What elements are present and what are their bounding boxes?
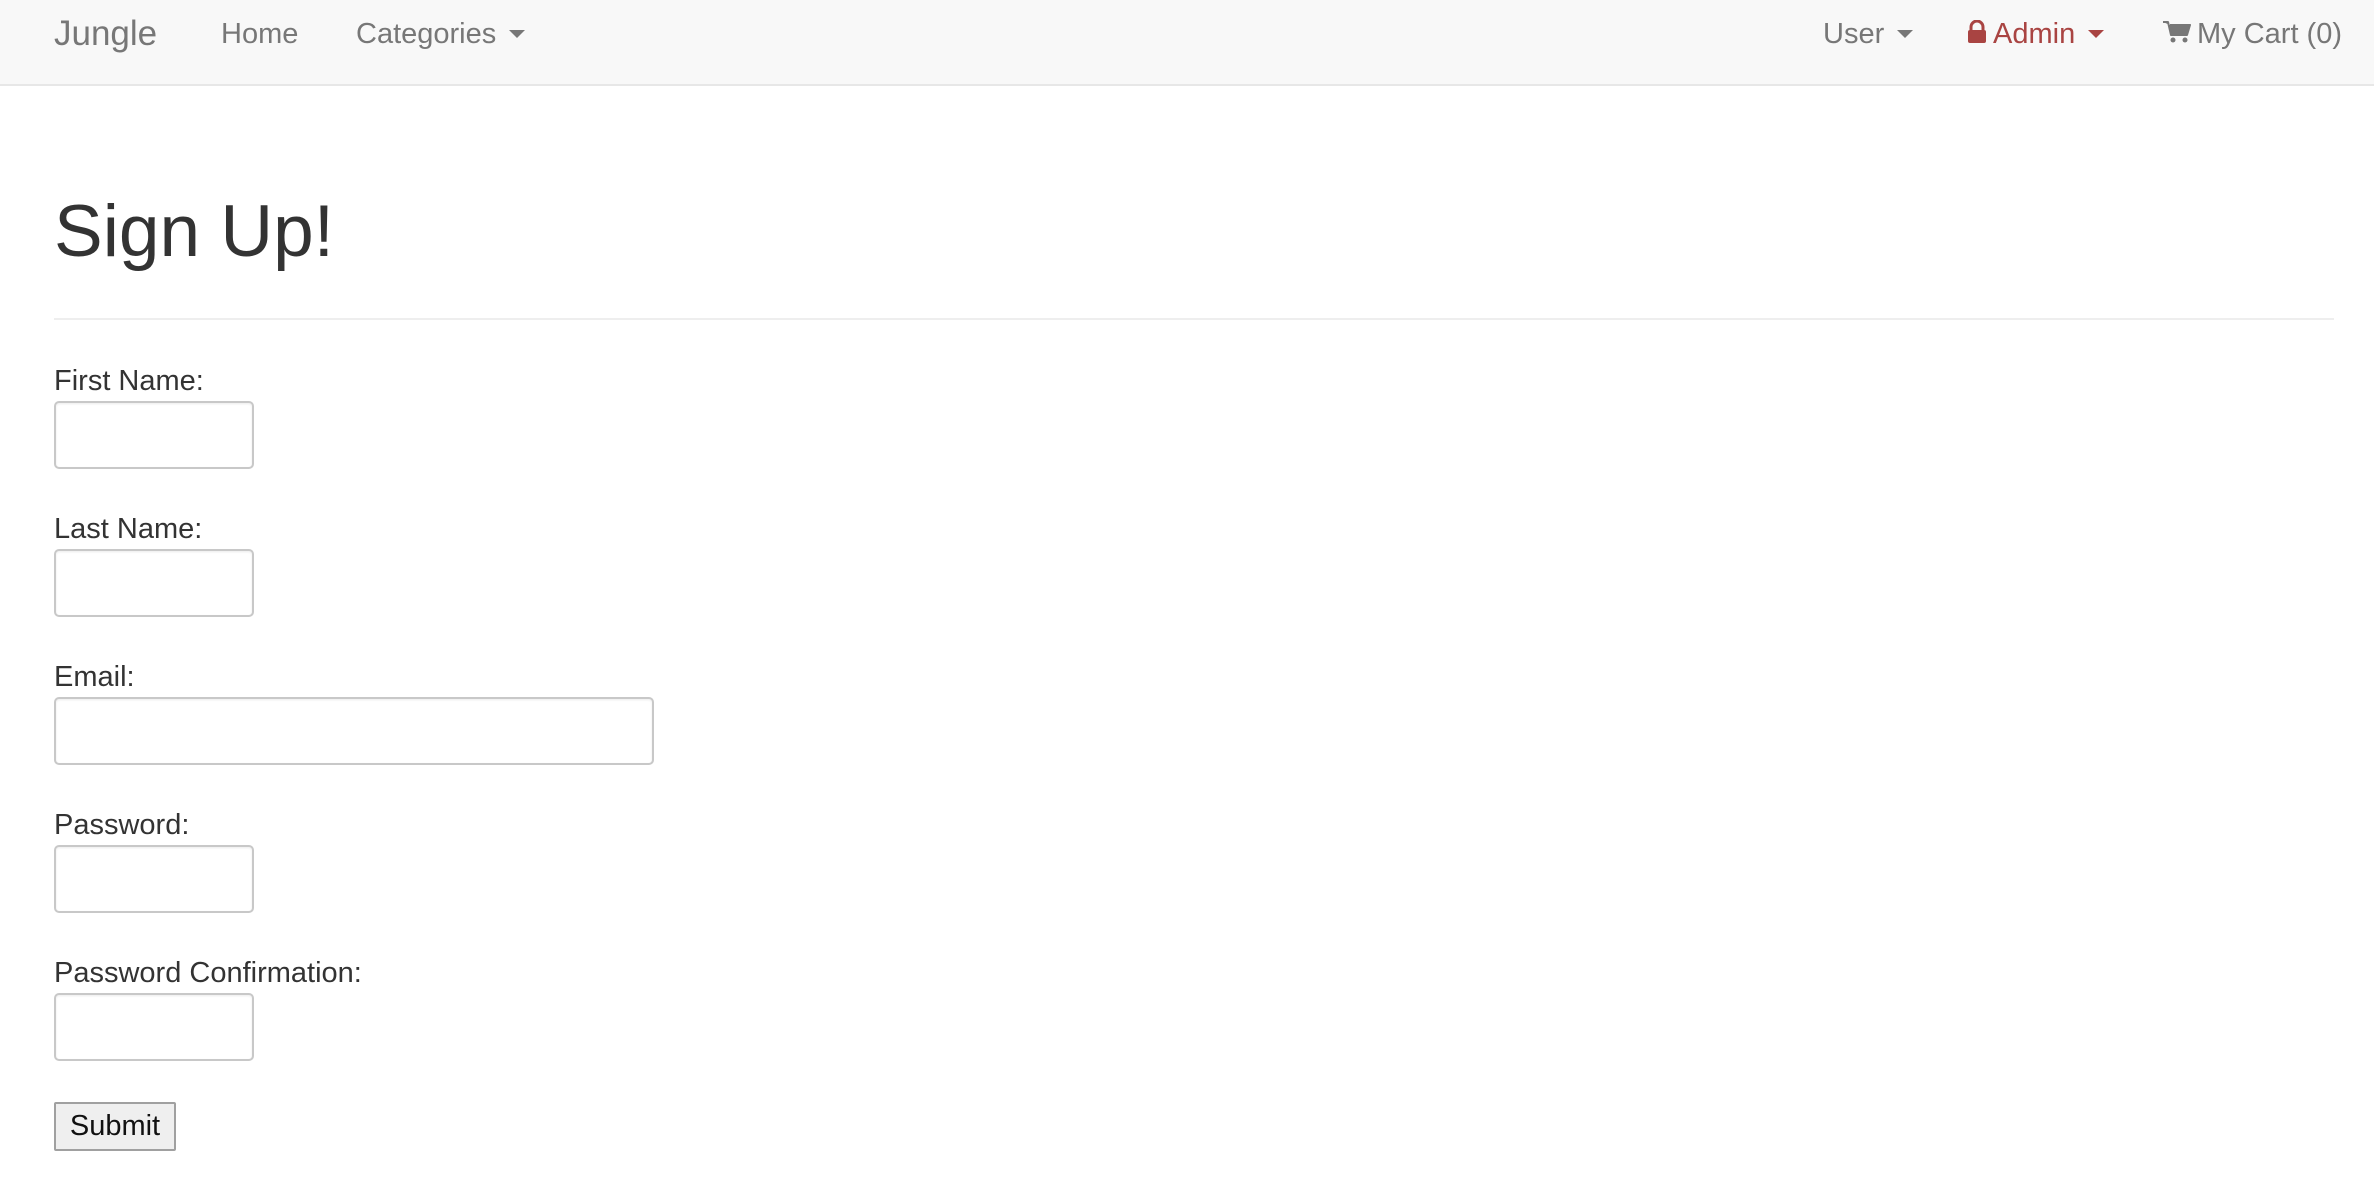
nav-user-label: User	[1823, 18, 1885, 50]
header-divider	[54, 318, 2334, 320]
email-input[interactable]	[54, 697, 654, 765]
shopping-cart-icon	[2163, 21, 2191, 43]
nav-categories-label: Categories	[356, 18, 497, 50]
lock-icon	[1968, 20, 1986, 44]
nav-categories-dropdown[interactable]: Categories	[356, 0, 526, 68]
nav-cart-link[interactable]: My Cart (0)	[2163, 0, 2342, 68]
caret-down-icon	[2088, 30, 2105, 39]
nav-user-dropdown[interactable]: User	[1823, 0, 1914, 68]
nav-admin-label: Admin	[1993, 18, 2076, 50]
caret-down-icon	[509, 30, 526, 39]
top-navbar: Jungle Home Categories User Admin My Car…	[0, 0, 2374, 86]
page-title: Sign Up!	[54, 191, 334, 272]
nav-cart-label: My Cart (0)	[2197, 18, 2342, 50]
password-confirmation-label: Password Confirmation:	[54, 957, 362, 989]
first-name-input[interactable]	[54, 401, 254, 469]
first-name-label: First Name:	[54, 365, 204, 397]
submit-button[interactable]: Submit	[54, 1102, 176, 1151]
nav-admin-dropdown[interactable]: Admin	[1967, 0, 2105, 68]
password-confirmation-input[interactable]	[54, 993, 254, 1061]
last-name-label: Last Name:	[54, 513, 203, 545]
password-input[interactable]	[54, 845, 254, 913]
brand-link[interactable]: Jungle	[54, 0, 157, 68]
nav-home-link[interactable]: Home	[221, 0, 298, 68]
caret-down-icon	[1897, 30, 1914, 39]
last-name-input[interactable]	[54, 549, 254, 617]
password-label: Password:	[54, 809, 190, 841]
email-label: Email:	[54, 661, 135, 693]
